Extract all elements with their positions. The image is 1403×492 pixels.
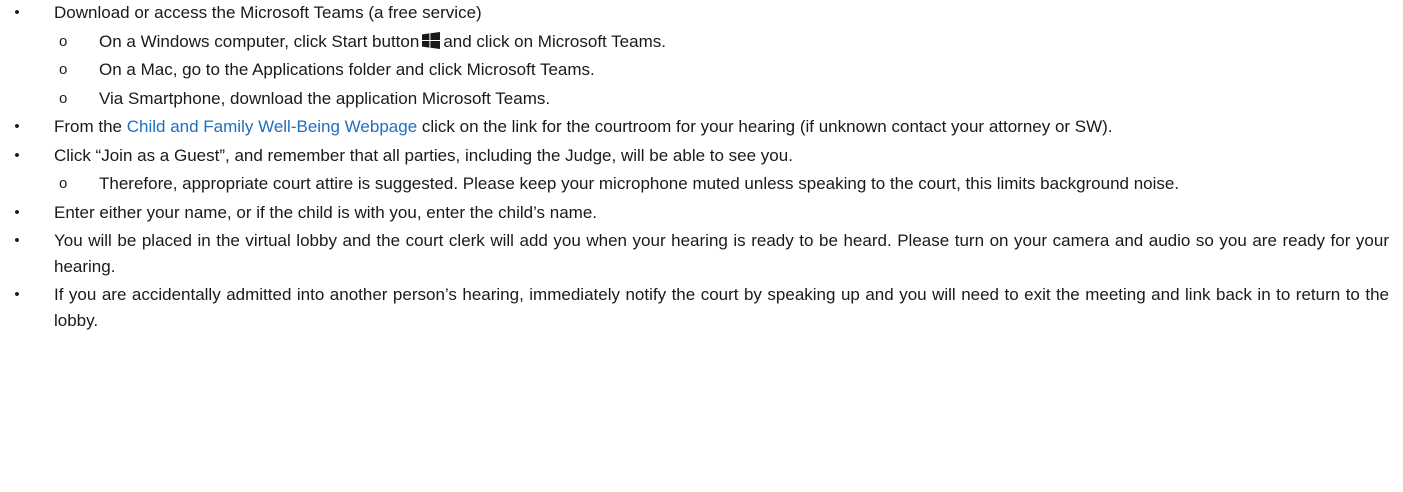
sub-item-text: On a Windows computer, click Start butto… [99,31,420,51]
sub-bullet: o [59,89,68,107]
sub-bullet: o [59,175,68,192]
bullet: • [14,203,20,221]
list-item-text: Enter either your name, or if the child … [54,202,598,222]
list-item-virtual-lobby: • You will be placed in the virtual lobb… [0,228,1403,279]
list-item-text: If you are accidentally admitted into an… [54,285,1389,330]
list-item-enter-name: • Enter either your name, or if the chil… [0,200,1403,226]
sub-item-text: Therefore, appropriate court attire is s… [99,174,1180,193]
sub-list: o Therefore, appropriate court attire is… [54,171,1389,197]
child-family-wellbeing-link[interactable]: Child and Family Well-Being Webpage [127,117,417,136]
bullet: • [14,146,20,164]
list-item-text: From the Child and Family Well-Being Web… [54,114,1389,140]
sub-item-text: Via Smartphone, download the application… [99,88,551,108]
bullet: • [14,232,20,249]
list-item-download-teams: • Download or access the Microsoft Teams… [0,0,1403,111]
document-page: • Download or access the Microsoft Teams… [0,0,1403,492]
windows-logo-icon [422,31,441,49]
text-after-link: click on the link for the courtroom for … [417,117,1113,136]
bullet: • [14,4,20,21]
sub-item-text: On a Mac, go to the Applications folder … [99,60,595,79]
sub-item-text-after: and click on Microsoft Teams. [443,31,666,51]
list-item-accidental-admission: • If you are accidentally admitted into … [0,282,1403,333]
sub-item-windows: o On a Windows computer, click Start but… [54,29,1389,55]
sub-bullet: o [59,61,68,78]
list-item-text: Click “Join as a Guest”, and remember th… [54,145,793,165]
sub-list: o On a Windows computer, click Start but… [54,29,1389,112]
bullet: • [14,118,20,135]
list-item-text: You will be placed in the virtual lobby … [54,231,1389,276]
list-item-text: Download or access the Microsoft Teams (… [54,3,482,22]
bullet: • [14,286,20,303]
sub-item-smartphone: o Via Smartphone, download the applicati… [54,86,1389,112]
list-item-webpage-link: • From the Child and Family Well-Being W… [0,114,1403,140]
list-item-join-guest: • Click “Join as a Guest”, and remember … [0,143,1403,197]
sub-bullet: o [59,32,68,50]
sub-item-attire: o Therefore, appropriate court attire is… [54,171,1389,197]
sub-item-mac: o On a Mac, go to the Applications folde… [54,57,1389,83]
instructions-list: • Download or access the Microsoft Teams… [0,0,1403,333]
text-before-link: From the [54,117,127,136]
